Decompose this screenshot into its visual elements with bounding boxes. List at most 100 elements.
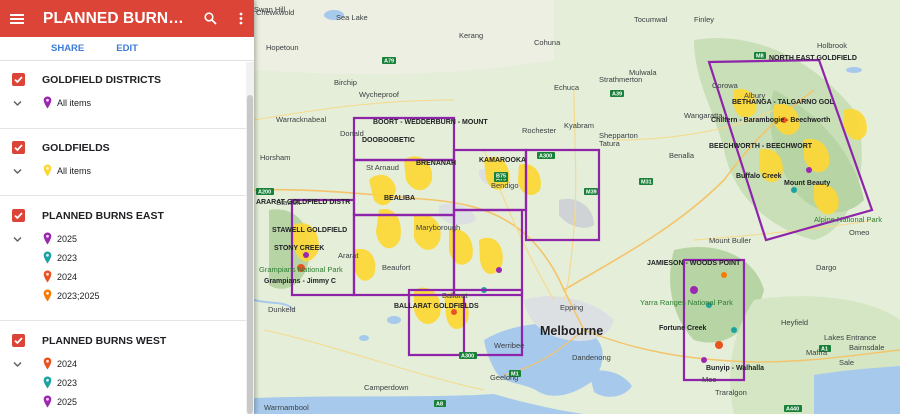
- legend-item[interactable]: 2024: [0, 356, 246, 374]
- layer-name: GOLDFIELDS: [42, 142, 110, 154]
- legend-item[interactable]: 2023: [0, 250, 246, 268]
- svg-text:Strathmerton: Strathmerton: [599, 75, 642, 84]
- app-root: PLANNED BURNS IN GOLDFIELDS SHARE EDIT: [0, 0, 900, 414]
- svg-text:A200: A200: [258, 190, 271, 196]
- map-pin-icon: [43, 270, 52, 283]
- svg-text:Fortune Creek: Fortune Creek: [659, 325, 707, 332]
- legend-panel: PLANNED BURNS IN GOLDFIELDS SHARE EDIT: [0, 0, 254, 414]
- svg-text:St Arnaud: St Arnaud: [366, 163, 399, 172]
- legend-item[interactable]: 2023: [0, 375, 246, 393]
- edit-button[interactable]: EDIT: [116, 43, 138, 54]
- svg-text:Finley: Finley: [694, 15, 714, 24]
- top-bar: PLANNED BURNS IN GOLDFIELDS: [0, 0, 254, 37]
- svg-text:Birchip: Birchip: [334, 78, 357, 87]
- legend-item-label: 2023: [57, 378, 78, 388]
- svg-text:Chiltern - Barambogie - Beechw: Chiltern - Barambogie - Beechworth: [711, 117, 830, 124]
- layer-visibility-checkbox[interactable]: [12, 141, 25, 154]
- layer-divider: [0, 195, 246, 196]
- search-icon: [203, 12, 217, 25]
- svg-text:BETHANGA - TALGARNO GOL: BETHANGA - TALGARNO GOL: [732, 99, 835, 106]
- svg-text:Omeo: Omeo: [849, 228, 869, 237]
- menu-icon: [10, 13, 24, 24]
- svg-text:Echuca: Echuca: [554, 83, 580, 92]
- svg-text:Cohuna: Cohuna: [534, 38, 561, 47]
- svg-text:Warracknabeal: Warracknabeal: [276, 115, 326, 124]
- chevron-down-icon[interactable]: [13, 100, 22, 107]
- svg-text:Traralgon: Traralgon: [715, 388, 747, 397]
- svg-text:Camperdown: Camperdown: [364, 383, 409, 392]
- svg-text:Maffra: Maffra: [806, 348, 828, 357]
- svg-text:Lakes Entrance: Lakes Entrance: [824, 333, 876, 342]
- layer-name: PLANNED BURNS WEST: [42, 335, 167, 347]
- legend-item[interactable]: 2024: [0, 269, 246, 287]
- svg-text:BEALIBA: BEALIBA: [384, 195, 415, 202]
- layer-header: GOLDFIELD DISTRICTS: [0, 69, 246, 91]
- layer-list: GOLDFIELD DISTRICTS All items GOLDFIELDS: [0, 62, 246, 414]
- svg-text:Mount Beauty: Mount Beauty: [784, 180, 830, 187]
- svg-text:Chewkwold: Chewkwold: [256, 8, 294, 17]
- legend-item-label: All items: [57, 98, 92, 108]
- layer-visibility-checkbox[interactable]: [12, 334, 25, 347]
- svg-text:KAMAROOKA: KAMAROOKA: [479, 157, 526, 164]
- map-pin-icon: [43, 395, 52, 408]
- share-button[interactable]: SHARE: [51, 43, 84, 54]
- legend-item[interactable]: 2023;2025: [0, 288, 246, 306]
- legend-item-label: 2024: [57, 272, 78, 282]
- layer-divider: [0, 320, 246, 321]
- layer-name: PLANNED BURNS EAST: [42, 210, 164, 222]
- map-title: PLANNED BURNS IN GOLDFIELDS: [43, 9, 187, 27]
- svg-text:Melbourne: Melbourne: [540, 324, 603, 338]
- svg-text:Epping: Epping: [560, 303, 583, 312]
- svg-text:A300: A300: [461, 354, 474, 360]
- svg-text:Kyabram: Kyabram: [564, 121, 594, 130]
- svg-text:Donald: Donald: [340, 129, 364, 138]
- layer-name: GOLDFIELD DISTRICTS: [42, 74, 161, 86]
- svg-text:Ararat: Ararat: [338, 251, 359, 260]
- map-pin-icon: [43, 289, 52, 302]
- svg-text:M8: M8: [756, 54, 764, 60]
- svg-text:Moe: Moe: [702, 375, 717, 384]
- chevron-down-icon[interactable]: [13, 361, 22, 368]
- checkbox-checked-icon: [14, 212, 23, 220]
- menu-button[interactable]: [3, 0, 31, 37]
- map-pin-icon: [43, 251, 52, 264]
- layer-visibility-checkbox[interactable]: [12, 73, 25, 86]
- legend-item[interactable]: All items: [0, 163, 246, 181]
- map-pin-icon: [43, 376, 52, 389]
- legend-item[interactable]: 2025: [0, 394, 246, 412]
- more-options-button[interactable]: [231, 0, 251, 37]
- svg-text:Corowa: Corowa: [712, 81, 739, 90]
- chevron-down-icon[interactable]: [13, 236, 22, 243]
- checkbox-checked-icon: [14, 337, 23, 345]
- more-vert-icon: [239, 12, 243, 25]
- layer-visibility-checkbox[interactable]: [12, 209, 25, 222]
- svg-text:A39: A39: [612, 92, 622, 98]
- map-pin-icon: [43, 96, 52, 109]
- legend-scrollbar[interactable]: [246, 62, 254, 414]
- layer-header: PLANNED BURNS WEST: [0, 330, 246, 352]
- svg-text:B75: B75: [496, 174, 506, 180]
- svg-text:Dunkeld: Dunkeld: [268, 305, 296, 314]
- svg-text:BRENANAH: BRENANAH: [416, 160, 456, 167]
- svg-text:NORTH EAST GOLDFIELD: NORTH EAST GOLDFIELD: [769, 55, 857, 62]
- map-canvas[interactable]: A79 A79 A300 B75 M31 A200 M39 A39 M1 A1 …: [254, 0, 900, 414]
- search-button[interactable]: [199, 0, 221, 37]
- svg-text:Sea Lake: Sea Lake: [336, 13, 368, 22]
- svg-text:Sale: Sale: [839, 358, 854, 367]
- legend-item-label: 2025: [57, 234, 78, 244]
- scrollbar-thumb[interactable]: [247, 95, 253, 414]
- layer-divider: [0, 128, 246, 129]
- svg-text:Benalla: Benalla: [669, 151, 695, 160]
- svg-text:Bendigo: Bendigo: [491, 181, 519, 190]
- svg-text:A300: A300: [539, 154, 552, 160]
- svg-text:Alpine National Park: Alpine National Park: [814, 215, 882, 224]
- chevron-down-icon[interactable]: [13, 168, 22, 175]
- svg-text:STONY CREEK: STONY CREEK: [274, 245, 324, 252]
- svg-text:Kerang: Kerang: [459, 31, 483, 40]
- legend-item-label: 2024: [57, 359, 78, 369]
- svg-text:Tocumwal: Tocumwal: [634, 15, 668, 24]
- svg-text:Wycheproof: Wycheproof: [359, 90, 400, 99]
- legend-item[interactable]: All items: [0, 95, 246, 113]
- legend-item[interactable]: 2025: [0, 231, 246, 249]
- svg-text:M39: M39: [586, 190, 597, 196]
